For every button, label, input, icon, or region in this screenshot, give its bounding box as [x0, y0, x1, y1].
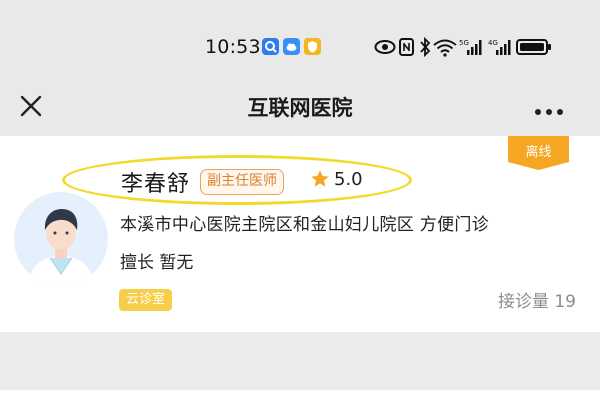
wifi-icon — [433, 39, 457, 57]
status-time: 10:53 — [205, 36, 261, 58]
screen: 10:53 5G 4G 互联网医院 离线 李春舒 副主任医师 5.0 本溪市中心… — [0, 0, 600, 401]
page-title: 互联网医院 — [247, 96, 353, 120]
signal-4g-icon: 4G — [488, 39, 511, 55]
nfc-icon — [399, 38, 414, 56]
star-icon — [310, 169, 330, 189]
avatar — [14, 192, 108, 286]
doctor-specialty: 擅长 暂无 — [120, 253, 194, 273]
status-icons: 5G 4G — [374, 36, 560, 58]
doctor-card[interactable]: 离线 李春舒 副主任医师 5.0 本溪市中心医院主院区和金山妇儿院区 方便门诊 … — [0, 136, 600, 332]
hospital-name: 本溪市中心医院主院区和金山妇儿院区 方便门诊 — [120, 215, 490, 235]
status-bar: 10:53 5G 4G — [0, 0, 600, 78]
eye-icon — [374, 40, 396, 54]
doctor-title-badge: 副主任医师 — [200, 169, 284, 195]
doctor-rating: 5.0 — [334, 169, 363, 190]
cloud-clinic-tag: 云诊室 — [119, 289, 173, 311]
doctor-name: 李春舒 — [121, 172, 191, 197]
bottom-divider-area — [0, 332, 600, 390]
consult-count: 接诊量 19 — [497, 292, 576, 312]
more-icon[interactable] — [534, 102, 564, 115]
cloud-app-icon — [283, 38, 300, 55]
search-app-icon — [262, 38, 279, 55]
network-label-5g: 5G — [459, 39, 469, 47]
bluetooth-icon — [420, 36, 431, 58]
shield-app-icon — [304, 38, 321, 55]
nav-bar: 互联网医院 — [0, 78, 600, 136]
online-status-label: 离线 — [525, 145, 552, 160]
signal-5g-icon: 5G — [459, 39, 482, 55]
battery-icon — [516, 39, 551, 55]
network-label-4g: 4G — [488, 39, 498, 47]
online-status-tag: 离线 — [508, 136, 569, 170]
